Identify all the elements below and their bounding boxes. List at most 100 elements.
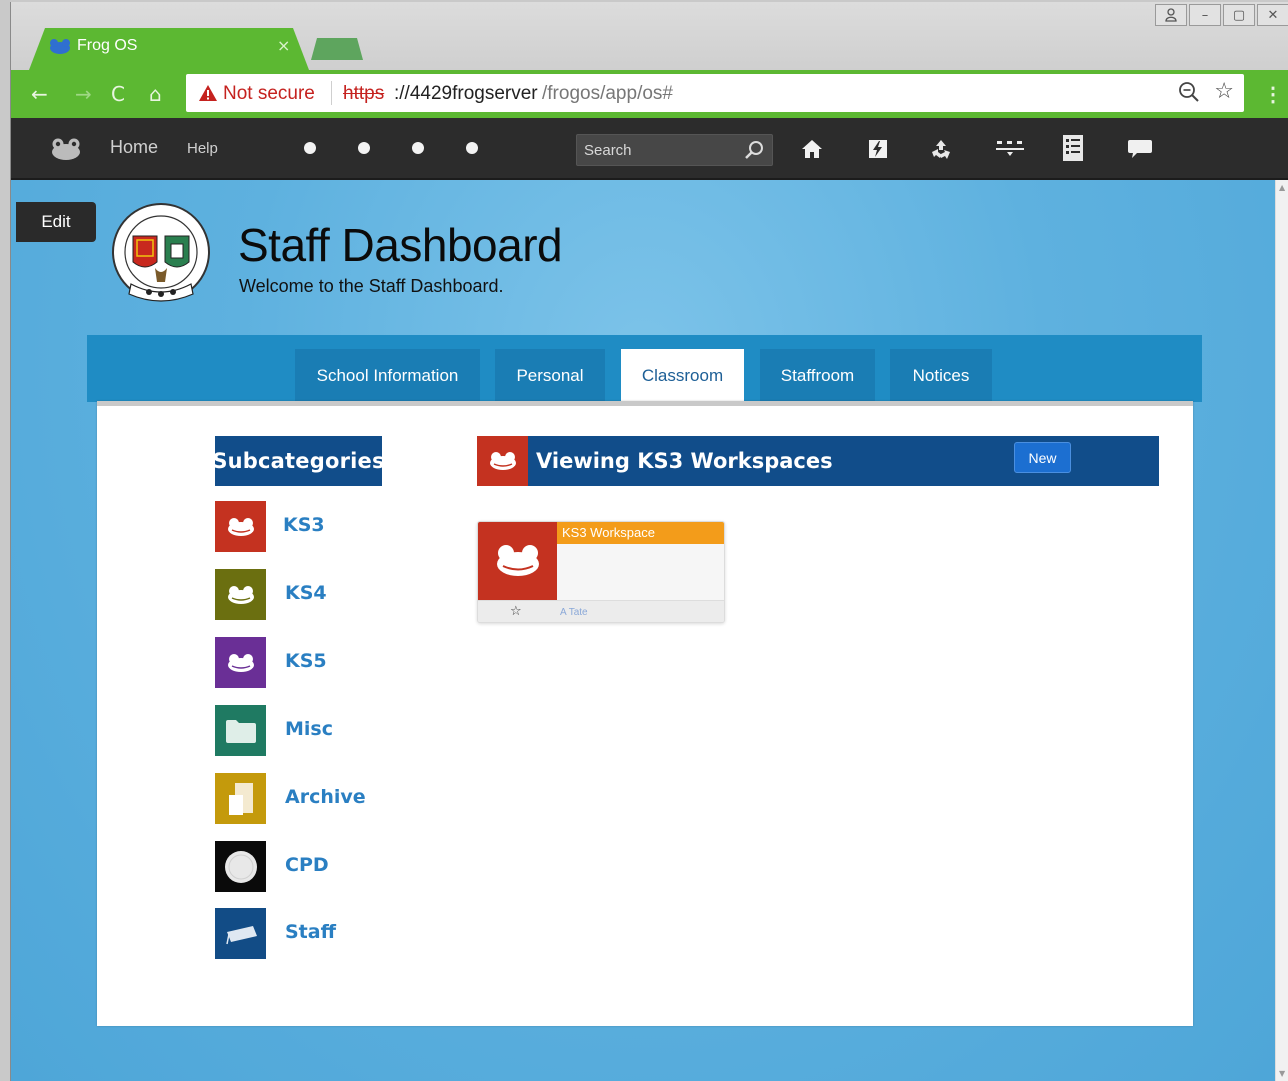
tab-staffroom[interactable]: Staffroom bbox=[760, 349, 875, 402]
os-help-link[interactable]: Help bbox=[187, 140, 218, 157]
tab-label: Notices bbox=[912, 365, 970, 385]
close-icon: ✕ bbox=[1267, 7, 1279, 23]
tab-label: Staffroom bbox=[780, 365, 855, 385]
page-title: Staff Dashboard bbox=[238, 219, 563, 271]
bookmark-star-icon[interactable]: ☆ bbox=[1214, 79, 1234, 104]
search-icon[interactable] bbox=[744, 140, 764, 160]
frog-icon bbox=[227, 653, 254, 672]
warning-icon bbox=[199, 85, 217, 101]
browser-toolbar: ← → C ⌂ Not secure https ://4429frogserv… bbox=[11, 70, 1288, 118]
subcategory-ks5[interactable]: KS5 bbox=[215, 637, 435, 688]
person-icon bbox=[1165, 8, 1177, 22]
minimize-icon: – bbox=[1201, 7, 1209, 23]
subcategory-tile[interactable] bbox=[215, 705, 266, 756]
os-page-dot-3[interactable] bbox=[412, 142, 424, 154]
workspace-owner: A Tate bbox=[560, 607, 588, 618]
tab-classroom[interactable]: Classroom bbox=[621, 349, 744, 402]
tab-label: Personal bbox=[516, 365, 584, 385]
os-page-dot-1[interactable] bbox=[304, 142, 316, 154]
lightning-icon[interactable] bbox=[867, 138, 889, 160]
favourite-star-icon[interactable]: ☆ bbox=[510, 604, 522, 619]
os-page-dot-2[interactable] bbox=[358, 142, 370, 154]
os-page-dot-4[interactable] bbox=[466, 142, 478, 154]
subcategory-archive[interactable]: Archive bbox=[215, 773, 435, 824]
workspace-card[interactable]: KS3 Workspace ☆ A Tate bbox=[477, 521, 725, 623]
tab-personal[interactable]: Personal bbox=[495, 349, 605, 402]
browser-window: – ▢ ✕ Frog OS × ← → C ⌂ Not secure https bbox=[10, 2, 1288, 1081]
frog-icon bbox=[227, 585, 254, 604]
subcategory-label[interactable]: KS4 bbox=[285, 582, 327, 604]
recycle-icon[interactable] bbox=[929, 138, 953, 162]
subcategory-tile[interactable] bbox=[215, 637, 266, 688]
home-button[interactable]: ⌂ bbox=[149, 82, 162, 106]
subcategory-tile[interactable] bbox=[215, 569, 266, 620]
chat-icon[interactable] bbox=[1127, 138, 1153, 160]
profile-button[interactable] bbox=[1155, 4, 1187, 26]
subcategory-tile[interactable] bbox=[215, 501, 266, 552]
back-button[interactable]: ← bbox=[31, 82, 48, 106]
reload-button[interactable]: C bbox=[111, 82, 125, 106]
subcategory-tile[interactable] bbox=[215, 773, 266, 824]
forward-button[interactable]: → bbox=[75, 82, 92, 106]
browser-tab-frog-os[interactable]: Frog OS × bbox=[29, 28, 309, 70]
subcategory-ks4[interactable]: KS4 bbox=[215, 569, 435, 620]
os-search-input[interactable]: Search bbox=[576, 134, 773, 166]
subcategory-label[interactable]: KS5 bbox=[285, 650, 327, 672]
subcategories-header: Subcategories bbox=[212, 436, 384, 486]
maximize-icon: ▢ bbox=[1232, 7, 1246, 23]
viewing-workspaces-header: Viewing KS3 Workspaces New bbox=[477, 436, 1159, 486]
panel-top-stripe bbox=[97, 401, 1193, 406]
tab-close-icon[interactable]: × bbox=[277, 36, 290, 55]
home-icon[interactable] bbox=[801, 138, 823, 160]
school-crest-logo bbox=[112, 203, 210, 302]
tab-notices[interactable]: Notices bbox=[890, 349, 992, 402]
workspace-footer: ☆ A Tate bbox=[478, 600, 724, 622]
window-controls: – ▢ ✕ bbox=[1155, 4, 1288, 26]
viewing-icon-tile bbox=[477, 436, 528, 486]
classroom-panel: Subcategories KS3 KS4 KS5 Misc Archive C… bbox=[97, 401, 1193, 1026]
workspace-title[interactable]: KS3 Workspace bbox=[557, 522, 724, 544]
subcategory-cpd[interactable]: CPD bbox=[215, 841, 435, 892]
subcategory-tile[interactable] bbox=[215, 908, 266, 959]
subcategory-staff[interactable]: Staff bbox=[215, 908, 435, 959]
subcategory-label[interactable]: CPD bbox=[285, 854, 329, 876]
folder-icon bbox=[225, 719, 256, 743]
network-icon[interactable] bbox=[995, 138, 1025, 160]
os-home-link[interactable]: Home bbox=[110, 137, 158, 158]
viewing-title: Viewing KS3 Workspaces bbox=[536, 449, 833, 473]
edit-button[interactable]: Edit bbox=[16, 202, 96, 242]
maximize-button[interactable]: ▢ bbox=[1223, 4, 1255, 26]
subcategory-label[interactable]: Staff bbox=[285, 921, 336, 943]
browser-menu-icon[interactable]: ⋮ bbox=[1263, 82, 1283, 107]
new-workspace-button[interactable]: New bbox=[1014, 442, 1071, 473]
minimize-button[interactable]: – bbox=[1189, 4, 1221, 26]
cpd-disc-icon bbox=[224, 850, 257, 883]
frog-os-bar: Home Help Search bbox=[11, 118, 1288, 180]
not-secure-label[interactable]: Not secure bbox=[223, 83, 315, 105]
address-bar[interactable]: Not secure https ://4429frogserver /frog… bbox=[186, 74, 1244, 112]
new-tab-button[interactable] bbox=[311, 38, 363, 60]
zoom-icon[interactable] bbox=[1178, 81, 1200, 103]
close-window-button[interactable]: ✕ bbox=[1257, 4, 1288, 26]
scroll-up-icon[interactable]: ▲ bbox=[1279, 183, 1285, 192]
frog-icon bbox=[227, 517, 254, 536]
subcategory-label[interactable]: KS3 bbox=[283, 514, 325, 536]
subcategory-label[interactable]: Misc bbox=[285, 718, 333, 740]
tab-school-information[interactable]: School Information bbox=[295, 349, 480, 402]
subcategory-misc[interactable]: Misc bbox=[215, 705, 435, 756]
tab-title: Frog OS bbox=[77, 37, 138, 54]
workspace-thumbnail[interactable] bbox=[478, 522, 557, 600]
frog-logo-icon[interactable] bbox=[51, 138, 81, 160]
scroll-down-icon[interactable]: ▼ bbox=[1279, 1069, 1285, 1078]
subcategory-label[interactable]: Archive bbox=[285, 786, 366, 808]
url-scheme: https bbox=[343, 83, 385, 104]
dashboard-page: Edit Staff Dashboard Welcome to the Staf… bbox=[11, 180, 1275, 1081]
page-scrollbar[interactable]: ▲ ▼ bbox=[1275, 180, 1288, 1081]
subcategory-tile[interactable] bbox=[215, 841, 266, 892]
frog-favicon-icon bbox=[49, 38, 71, 54]
address-divider bbox=[331, 81, 332, 105]
section-tab-bar: School Information Personal Classroom St… bbox=[87, 335, 1202, 402]
subcategory-ks3[interactable]: KS3 bbox=[215, 501, 435, 552]
checklist-icon[interactable] bbox=[1061, 134, 1085, 162]
frog-icon bbox=[496, 545, 539, 576]
